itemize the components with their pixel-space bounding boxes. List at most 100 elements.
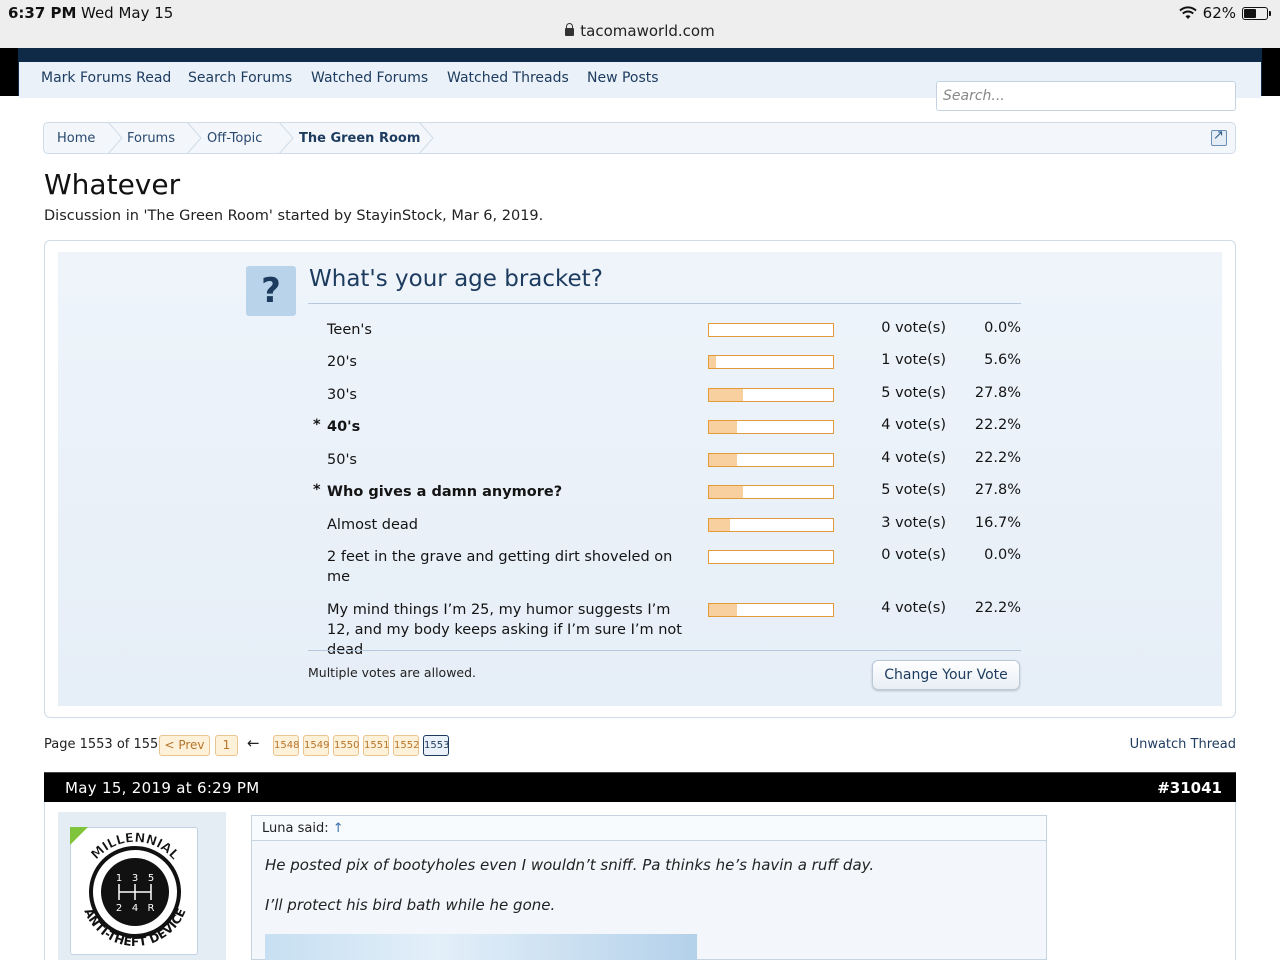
poll-option-label: Almost dead: [327, 517, 419, 533]
poll-option-votes: 0 vote(s): [881, 320, 946, 336]
poll-option-label: Who gives a damn anymore?: [327, 484, 563, 500]
page-link[interactable]: 1548: [273, 735, 299, 756]
multiple-votes-note: Multiple votes are allowed.: [308, 665, 477, 680]
search-input[interactable]: Search...: [936, 81, 1236, 111]
url-text: tacomaworld.com: [580, 22, 715, 40]
thread-title: Whatever: [44, 168, 181, 201]
url-bar[interactable]: tacomaworld.com: [0, 22, 1280, 40]
divider: [308, 303, 1021, 304]
poll-bar-fill: [709, 519, 730, 531]
poll-option-votes: 4 vote(s): [881, 417, 946, 433]
poll-option-votes: 3 vote(s): [881, 515, 946, 531]
poll-bar: [708, 518, 834, 532]
poll-option-votes: 5 vote(s): [881, 385, 946, 401]
poll-bar: [708, 355, 834, 369]
post-header: May 15, 2019 at 6:29 PM #31041: [44, 772, 1236, 802]
breadcrumb: Home Forums Off-Topic The Green Room: [43, 122, 1236, 154]
poll-option-label: Teen's: [327, 322, 372, 338]
quote-text: I’ll protect his bird bath while he gone…: [265, 896, 556, 914]
thread-subtitle: Discussion in 'The Green Room' started b…: [44, 208, 544, 224]
gear-label: 2: [116, 903, 122, 914]
status-date: Wed May 15: [81, 4, 174, 22]
poll-bar: [708, 485, 834, 499]
poll-bar: [708, 388, 834, 402]
external-link-icon[interactable]: [1211, 128, 1227, 146]
page-link-current[interactable]: 1553: [423, 735, 449, 756]
nav-watched-threads[interactable]: Watched Threads: [447, 70, 569, 86]
poll-bar: [708, 453, 834, 467]
poll-option-label: 40's: [327, 419, 361, 435]
page-link[interactable]: 1552: [393, 735, 419, 756]
poll-bar: [708, 603, 834, 617]
unwatch-thread-link[interactable]: Unwatch Thread: [1130, 737, 1236, 752]
poll-option-percent: 22.2%: [974, 600, 1021, 616]
breadcrumb-separator-icon: [186, 122, 202, 154]
poll-option-percent: 0.0%: [984, 547, 1021, 563]
quote-text: He posted pix of bootyholes even I would…: [265, 856, 875, 874]
breadcrumb-off-topic[interactable]: Off-Topic: [207, 131, 262, 146]
poll-option-percent: 16.7%: [974, 515, 1021, 531]
lock-icon: [565, 23, 575, 36]
nav-new-posts[interactable]: New Posts: [587, 70, 659, 86]
poll-option-percent: 27.8%: [974, 482, 1021, 498]
poll-option-votes: 4 vote(s): [881, 600, 946, 616]
poll-option-votes: 5 vote(s): [881, 482, 946, 498]
breadcrumb-forums[interactable]: Forums: [127, 131, 175, 146]
poll-option-label: 20's: [327, 354, 357, 370]
status-right: 62%: [1178, 4, 1271, 22]
poll-question: What's your age bracket?: [309, 266, 603, 292]
poll-option-label: My mind things I’m 25, my humor suggests…: [327, 602, 682, 658]
page-gap-arrow-icon: ←: [247, 734, 260, 752]
poll-bar: [708, 550, 834, 564]
poll-bar-fill: [709, 356, 716, 368]
prev-page-button[interactable]: < Prev: [159, 735, 210, 756]
poll-bar-fill: [709, 389, 744, 401]
quoted-image[interactable]: [265, 934, 697, 960]
page-link[interactable]: 1551: [363, 735, 389, 756]
page-indicator: Page 1553 of 1553: [44, 737, 167, 752]
voted-star: *: [313, 482, 321, 498]
poll-option-label: 50's: [327, 452, 357, 468]
change-vote-button[interactable]: Change Your Vote: [872, 660, 1020, 690]
battery-fill: [1244, 8, 1257, 18]
breadcrumb-separator-icon: [418, 122, 434, 154]
nav-search-forums[interactable]: Search Forums: [188, 70, 292, 86]
poll-bar-fill: [709, 604, 737, 616]
nav-watched-forums[interactable]: Watched Forums: [311, 70, 428, 86]
breadcrumb-home[interactable]: Home: [57, 131, 95, 146]
nav-mark-forums-read[interactable]: Mark Forums Read: [41, 70, 171, 86]
poll-option-percent: 0.0%: [984, 320, 1021, 336]
gear-label: 1: [116, 873, 122, 884]
poll-option-votes: 0 vote(s): [881, 547, 946, 563]
poll-option-percent: 27.8%: [974, 385, 1021, 401]
poll-bar-fill: [709, 421, 737, 433]
status-bar: 6:37 PM Wed May 15 62% tacomaworld.com: [0, 0, 1280, 48]
poll-option-label: 2 feet in the grave and getting dirt sho…: [327, 549, 673, 585]
gear-label: 3: [132, 873, 138, 884]
avatar[interactable]: MILLENNIAL ANTI-THEFT DEVICE 1 3 5 2 4 R: [70, 827, 198, 955]
poll-bar-fill: [709, 454, 737, 466]
wifi-icon: [1178, 6, 1197, 19]
online-indicator-icon: [70, 827, 88, 845]
divider: [308, 650, 1021, 651]
poll-option-percent: 22.2%: [974, 450, 1021, 466]
post-number[interactable]: #31041: [1157, 779, 1222, 797]
gear-label: 4: [132, 903, 138, 914]
post-date: May 15, 2019 at 6:29 PM: [65, 779, 260, 797]
page-link[interactable]: 1550: [333, 735, 359, 756]
quote-author: Luna said:: [262, 821, 329, 836]
question-mark-icon: ?: [246, 266, 296, 316]
battery-icon: [1242, 6, 1271, 20]
poll-option-label: 30's: [327, 387, 357, 403]
battery-percent: 62%: [1202, 4, 1236, 22]
gear-label: 5: [148, 873, 154, 884]
breadcrumb-separator-icon: [107, 122, 123, 154]
page-link-first[interactable]: 1: [215, 735, 238, 756]
voted-star: *: [313, 417, 321, 433]
shift-knob-logo-icon: MILLENNIAL ANTI-THEFT DEVICE 1 3 5 2 4 R: [81, 831, 188, 950]
breadcrumb-green-room[interactable]: The Green Room: [299, 131, 420, 146]
quote-jump-icon[interactable]: ↑: [333, 821, 344, 836]
poll-option-votes: 1 vote(s): [881, 352, 946, 368]
poll-option-percent: 5.6%: [984, 352, 1021, 368]
page-link[interactable]: 1549: [303, 735, 329, 756]
